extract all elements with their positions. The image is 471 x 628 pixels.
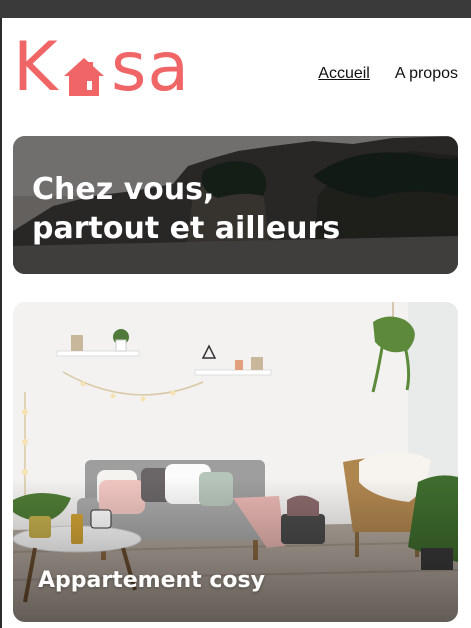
- kasa-logo[interactable]: K sa: [13, 34, 198, 102]
- banner-title-line2: partout et ailleurs: [32, 211, 341, 246]
- banner-title: Chez vous, partout et ailleurs: [32, 170, 340, 248]
- main-nav: Accueil A propos: [318, 65, 458, 83]
- logo-letter-k: K: [13, 28, 59, 107]
- window-edge: [0, 18, 2, 628]
- nav-link-a-propos[interactable]: A propos: [395, 65, 458, 83]
- hero-banner: Chez vous, partout et ailleurs: [13, 136, 458, 274]
- listing-title: Appartement cosy: [38, 568, 265, 593]
- logo-letters-sa: sa: [111, 28, 191, 107]
- nav-link-accueil[interactable]: Accueil: [318, 65, 370, 83]
- browser-top-bar: [0, 0, 471, 18]
- banner-title-line1: Chez vous,: [32, 172, 215, 207]
- house-icon: [64, 58, 104, 96]
- listing-card[interactable]: Appartement cosy: [13, 302, 458, 622]
